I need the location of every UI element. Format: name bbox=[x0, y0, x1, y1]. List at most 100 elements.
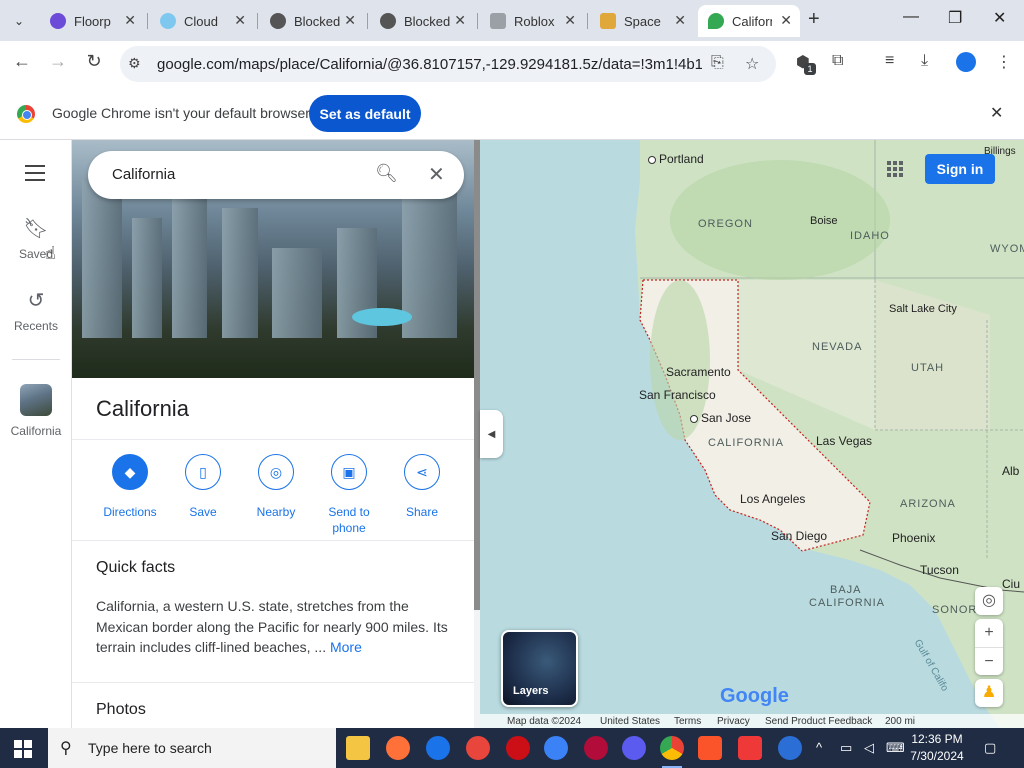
close-icon[interactable]: ✕ bbox=[564, 12, 576, 29]
map-label-billings[interactable]: Billings bbox=[984, 146, 1016, 157]
close-icon[interactable]: ✕ bbox=[124, 12, 136, 29]
set-as-default-button[interactable]: Set as default bbox=[309, 95, 421, 132]
reload-icon[interactable]: ↻ bbox=[81, 51, 107, 72]
forward-arrow-icon[interactable]: → bbox=[45, 51, 71, 72]
extension-badge: 1 bbox=[804, 63, 816, 75]
map-label-phoenix[interactable]: Phoenix bbox=[892, 531, 935, 545]
terms-link[interactable]: Terms bbox=[674, 716, 701, 727]
map-label-boise[interactable]: Boise bbox=[810, 215, 838, 227]
tab-blocked-2[interactable]: Blocked ✕ bbox=[370, 5, 474, 37]
pegman-icon[interactable]: ♟ bbox=[975, 679, 1003, 707]
tray-chevron-icon[interactable]: ^ bbox=[816, 740, 822, 755]
address-bar[interactable]: ⚙ google.com/maps/place/California/@36.8… bbox=[120, 46, 776, 82]
notifications-icon[interactable]: ▢ bbox=[984, 740, 996, 756]
divider bbox=[72, 439, 474, 440]
map-label-sacramento[interactable]: Sacramento bbox=[666, 365, 731, 379]
map-canvas[interactable]: Sign in Portland Billings OREGON Boise I… bbox=[480, 140, 1024, 728]
download-icon[interactable]: ⤓ bbox=[921, 52, 928, 70]
map-label-ciudad[interactable]: Ciu bbox=[1002, 577, 1020, 591]
search-box[interactable]: California 🔍︎ ✕ bbox=[88, 151, 464, 199]
floorp-icon[interactable] bbox=[622, 736, 646, 760]
tab-california[interactable]: California ✕ bbox=[698, 5, 800, 37]
app-icon[interactable] bbox=[778, 736, 802, 760]
collapse-panel-button[interactable]: ◀ bbox=[480, 410, 503, 458]
close-icon[interactable]: ✕ bbox=[344, 12, 356, 29]
infobar-close-icon[interactable]: ✕ bbox=[990, 103, 1003, 123]
map-label-portland[interactable]: Portland bbox=[648, 152, 704, 166]
tab-search-chevron-icon[interactable]: ⌄ bbox=[6, 8, 32, 34]
install-app-icon[interactable]: ⎘ bbox=[711, 54, 724, 72]
network-icon[interactable]: ▭ bbox=[840, 740, 852, 756]
directions-button[interactable]: ◆ Directions bbox=[95, 454, 165, 520]
file-explorer-icon[interactable] bbox=[346, 736, 370, 760]
url-text[interactable]: google.com/maps/place/California/@36.810… bbox=[157, 56, 702, 73]
puzzle-extensions-icon[interactable]: ⧉ bbox=[832, 52, 843, 70]
map-label-los-angeles[interactable]: Los Angeles bbox=[740, 492, 805, 506]
zoom-out-button[interactable]: − bbox=[975, 647, 1003, 675]
map-label-las-vegas[interactable]: Las Vegas bbox=[816, 434, 872, 448]
chromium-icon[interactable] bbox=[426, 736, 450, 760]
close-icon[interactable]: ✕ bbox=[780, 12, 792, 29]
profile-avatar[interactable] bbox=[956, 52, 976, 72]
send-to-phone-button[interactable]: ▣ Send to phone bbox=[314, 454, 384, 536]
taskbar-search[interactable]: ⚲ Type here to search bbox=[48, 728, 336, 768]
more-link[interactable]: More bbox=[330, 639, 362, 655]
country-link[interactable]: United States bbox=[600, 716, 660, 727]
sign-in-button[interactable]: Sign in bbox=[925, 154, 995, 184]
opera-icon[interactable] bbox=[506, 736, 530, 760]
tab-roblox[interactable]: Roblox ✕ bbox=[480, 5, 584, 37]
media-control-icon[interactable]: ≡ bbox=[885, 52, 894, 70]
new-tab-button[interactable]: + bbox=[808, 8, 820, 31]
window-close-icon[interactable]: ✕ bbox=[993, 8, 1006, 28]
more-menu-icon[interactable]: ⋮ bbox=[996, 52, 1012, 72]
rail-item-recents[interactable]: ↺ Recents bbox=[0, 288, 72, 333]
hamburger-menu-icon[interactable] bbox=[25, 165, 45, 186]
tab-cloud[interactable]: Cloud ✕ bbox=[150, 5, 254, 37]
vivaldi-icon[interactable] bbox=[738, 736, 762, 760]
map-label-utah: UTAH bbox=[911, 362, 945, 374]
google-apps-icon[interactable] bbox=[887, 161, 903, 177]
windows-start-icon[interactable] bbox=[14, 740, 32, 758]
search-icon[interactable]: 🔍︎ bbox=[375, 163, 398, 184]
search-input[interactable]: California bbox=[112, 166, 175, 183]
brave-icon[interactable] bbox=[698, 736, 722, 760]
restore-icon[interactable]: ❐ bbox=[948, 8, 962, 28]
clear-search-icon[interactable]: ✕ bbox=[428, 162, 445, 187]
taskbar-clock[interactable]: 12:36 PM 7/30/2024 bbox=[900, 731, 974, 765]
opera-gx-icon[interactable] bbox=[584, 736, 608, 760]
tab-separator bbox=[477, 13, 478, 29]
privacy-link[interactable]: Privacy bbox=[717, 716, 750, 727]
close-icon[interactable]: ✕ bbox=[454, 12, 466, 29]
back-arrow-icon[interactable]: ← bbox=[9, 51, 35, 72]
google-logo: Google bbox=[720, 685, 789, 707]
tab-space[interactable]: Space ✕ bbox=[590, 5, 694, 37]
chrome-icon[interactable] bbox=[660, 736, 684, 768]
map-label-san-diego[interactable]: San Diego bbox=[771, 529, 827, 543]
rail-item-saved[interactable]: 🔖︎ Saved bbox=[0, 216, 72, 261]
scale-label[interactable]: 200 mi bbox=[885, 716, 915, 727]
map-label-albuquerque[interactable]: Alb bbox=[1002, 464, 1019, 478]
layers-button[interactable]: Layers bbox=[501, 630, 578, 707]
map-label-tucson[interactable]: Tucson bbox=[920, 563, 959, 577]
browser-icon[interactable] bbox=[544, 736, 568, 760]
tab-blocked-1[interactable]: Blocked ✕ bbox=[260, 5, 364, 37]
app-icon[interactable] bbox=[466, 736, 490, 760]
minimize-icon[interactable]: — bbox=[903, 8, 919, 26]
my-location-icon[interactable]: ◎ bbox=[975, 587, 1003, 615]
share-button[interactable]: ⋖ Share bbox=[387, 454, 457, 520]
save-button[interactable]: ▯ Save bbox=[168, 454, 238, 520]
send-feedback-link[interactable]: Send Product Feedback bbox=[765, 716, 872, 727]
map-label-salt-lake-city[interactable]: Salt Lake City bbox=[889, 303, 957, 315]
nearby-button[interactable]: ◎ Nearby bbox=[241, 454, 311, 520]
site-info-icon[interactable]: ⚙ bbox=[128, 55, 141, 72]
tab-floorp[interactable]: Floorp ✕ bbox=[40, 5, 144, 37]
volume-muted-icon[interactable]: ◁ bbox=[864, 740, 874, 756]
map-label-san-jose[interactable]: San Jose bbox=[690, 411, 751, 425]
close-icon[interactable]: ✕ bbox=[234, 12, 246, 29]
zoom-in-button[interactable]: + bbox=[975, 619, 1003, 647]
map-label-san-francisco[interactable]: San Francisco bbox=[639, 388, 716, 402]
firefox-icon[interactable] bbox=[386, 736, 410, 760]
rail-item-california[interactable]: California bbox=[0, 384, 72, 438]
close-icon[interactable]: ✕ bbox=[674, 12, 686, 29]
bookmark-star-icon[interactable]: ☆ bbox=[745, 54, 759, 74]
